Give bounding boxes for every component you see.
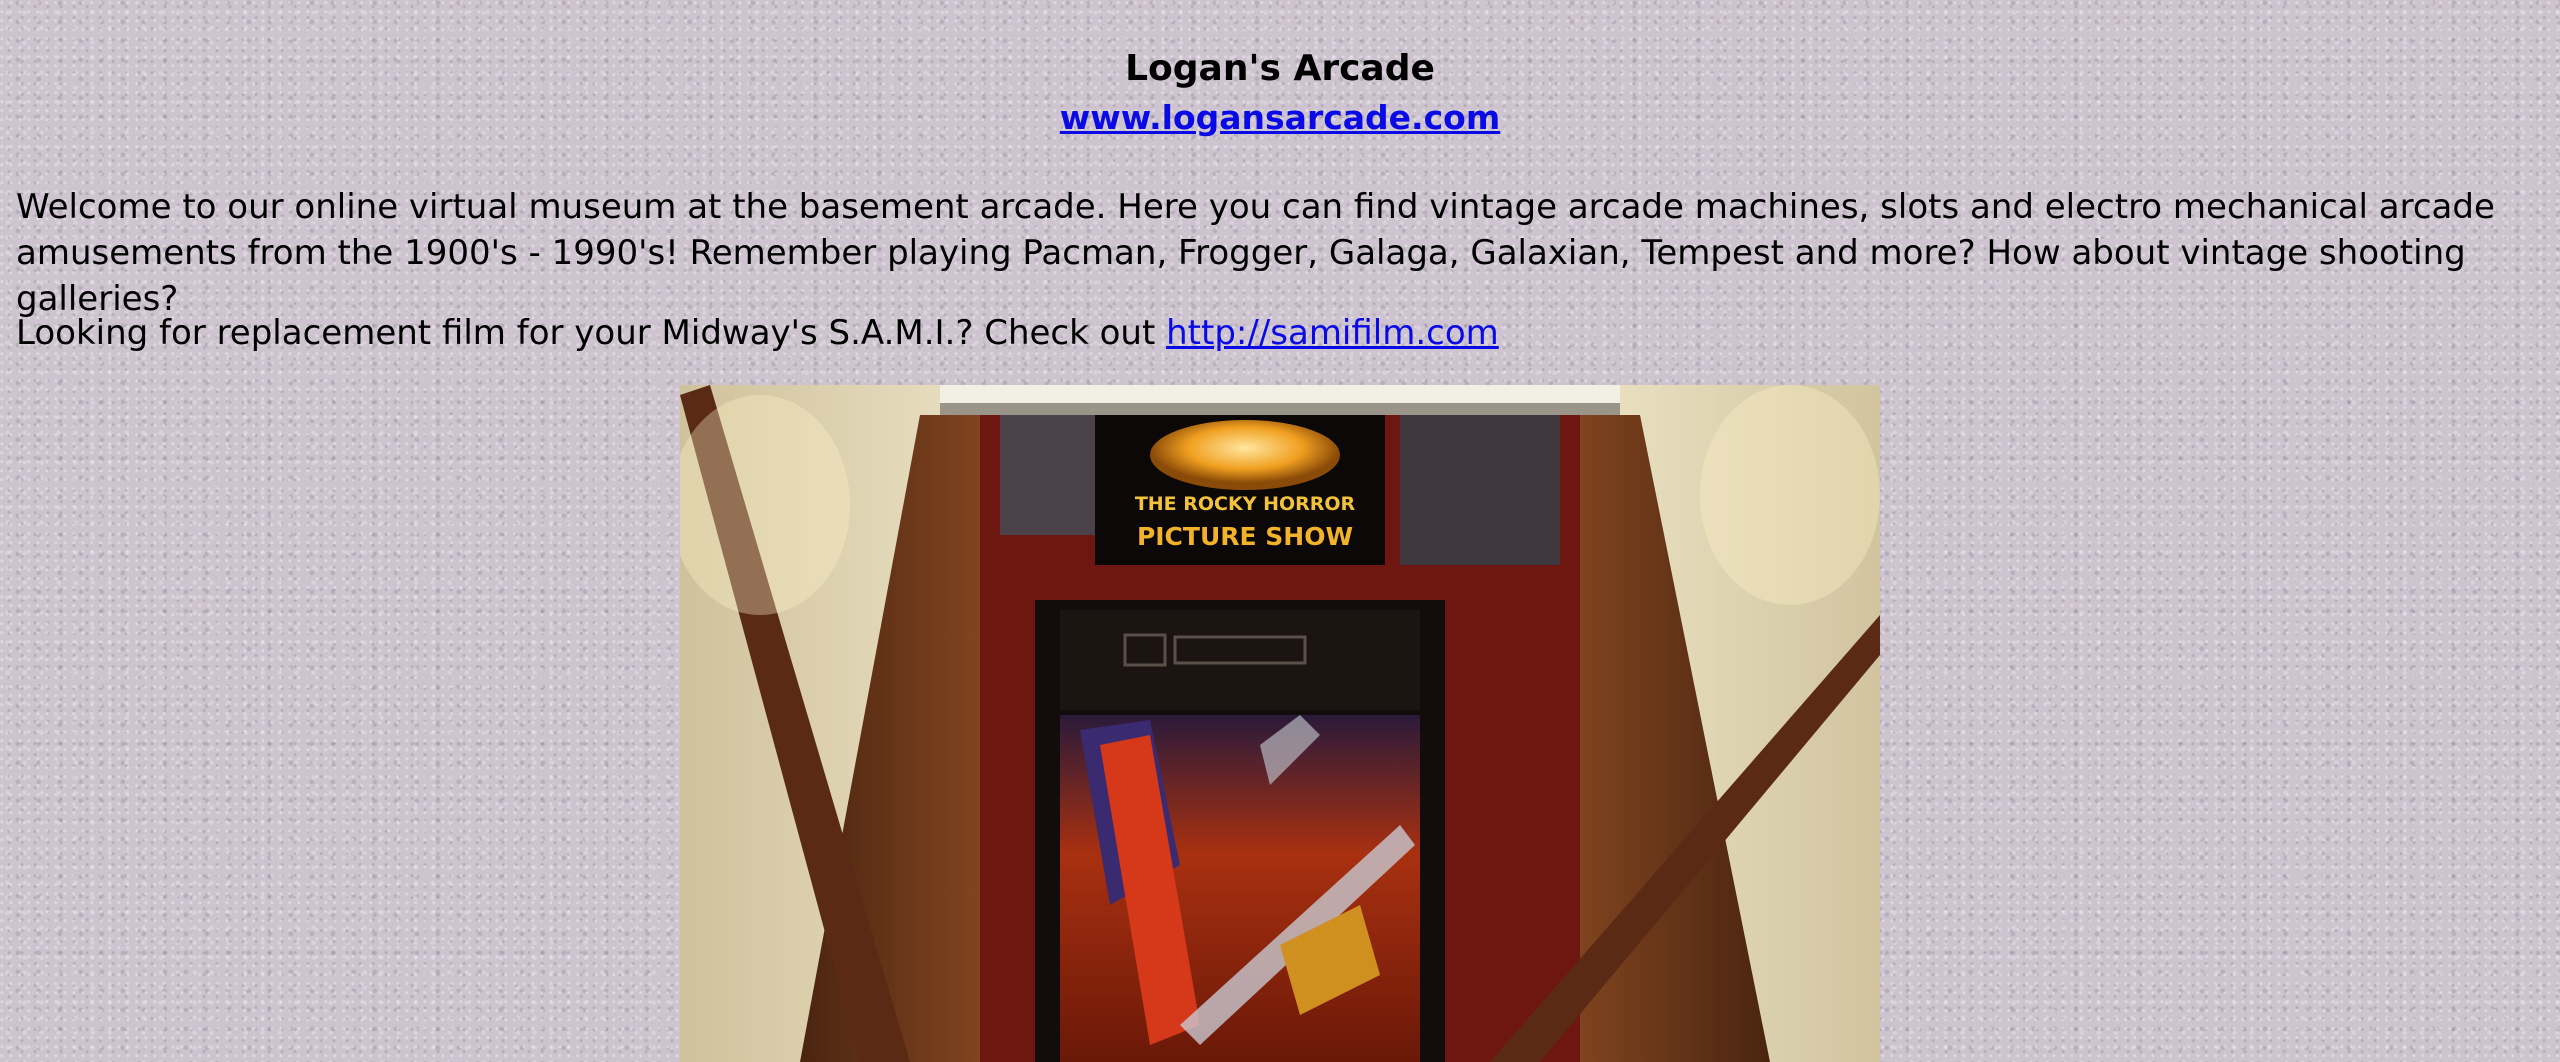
back-wall-dark-right bbox=[1400, 415, 1560, 565]
stairs-illustration: THE ROCKY HORROR PICTURE SHOW bbox=[680, 385, 1880, 1062]
ceiling-shadow bbox=[940, 403, 1620, 415]
intro-paragraph: Welcome to our online virtual museum at … bbox=[16, 187, 2495, 319]
cabinet-header bbox=[1060, 610, 1420, 710]
marquee-line2: PICTURE SHOW bbox=[1137, 522, 1353, 551]
film-text: Looking for replacement film for your Mi… bbox=[16, 313, 1167, 353]
basement-stairs-photo: THE ROCKY HORROR PICTURE SHOW bbox=[680, 385, 1880, 1062]
marquee-line1: THE ROCKY HORROR bbox=[1135, 493, 1356, 515]
ceiling-beam bbox=[940, 385, 1620, 403]
site-link-container: www.logansarcade.com bbox=[0, 98, 2560, 137]
right-wall-light bbox=[1700, 385, 1880, 605]
samifilm-link[interactable]: http://samifilm.com bbox=[1166, 313, 1499, 353]
marquee-lamp bbox=[1150, 420, 1340, 490]
page-title: Logan's Arcade bbox=[1125, 48, 1435, 89]
film-paragraph: Looking for replacement film for your Mi… bbox=[16, 310, 2546, 356]
back-wall-dark-left bbox=[1000, 415, 1100, 535]
site-link[interactable]: www.logansarcade.com bbox=[1060, 98, 1500, 137]
